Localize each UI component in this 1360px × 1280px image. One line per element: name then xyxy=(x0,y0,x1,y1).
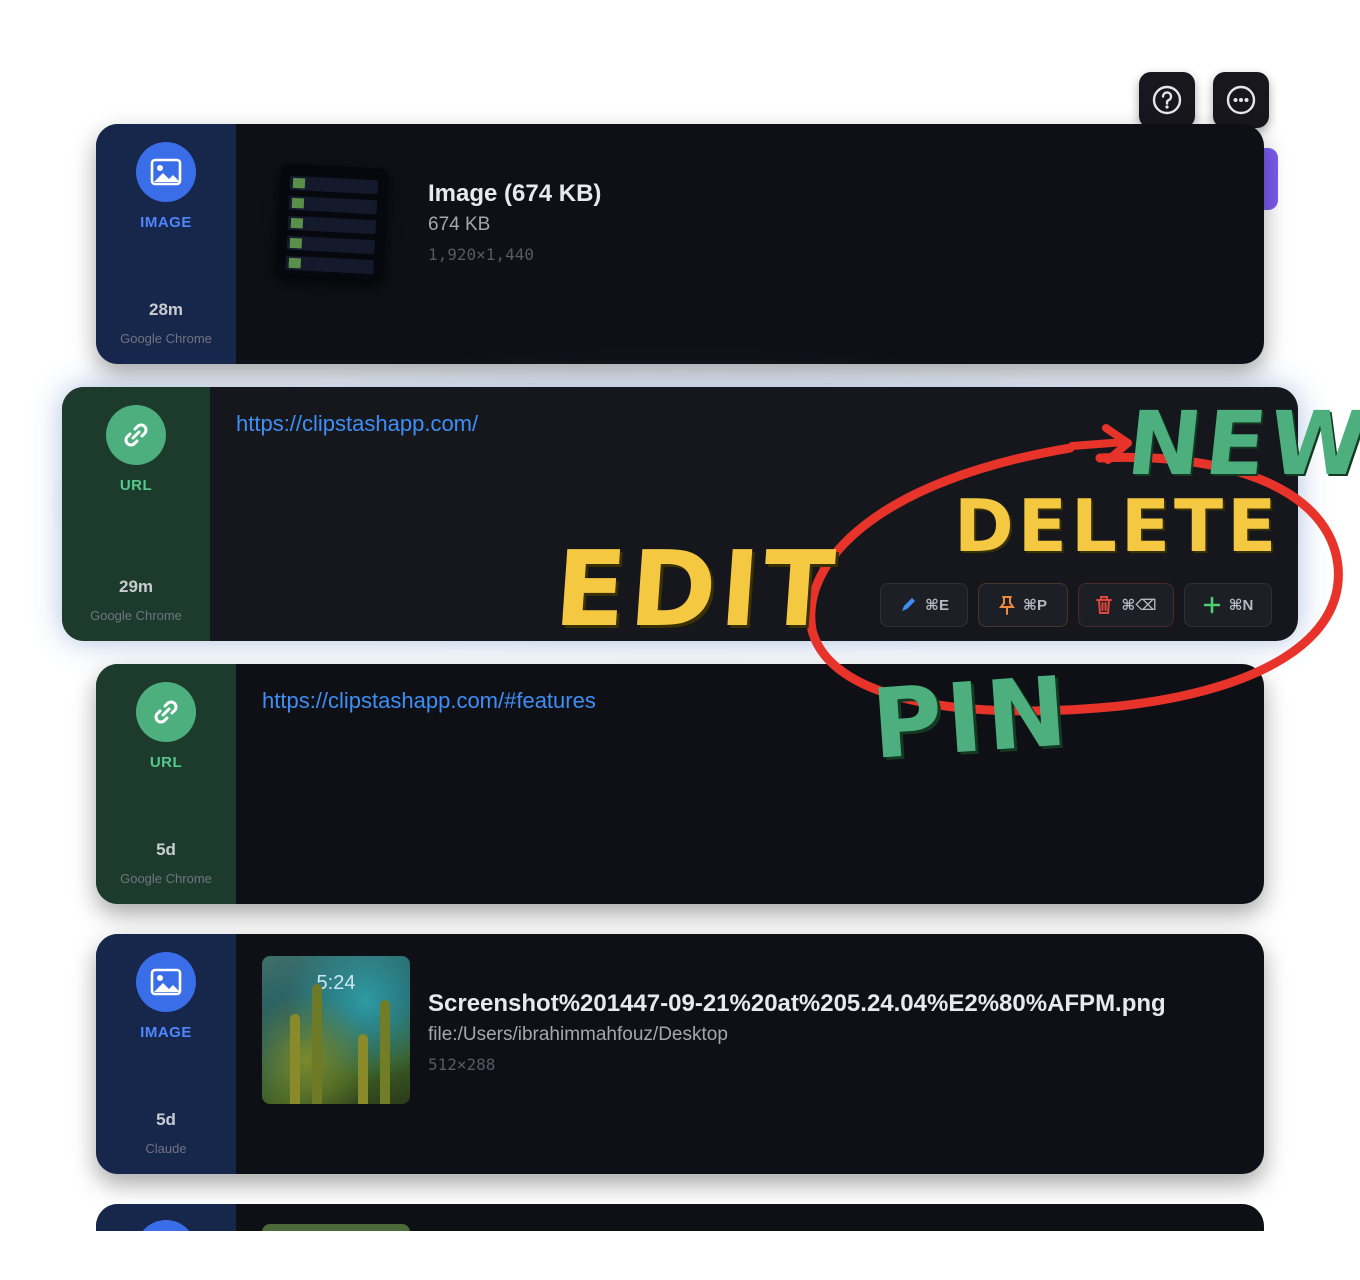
clip-subtitle: 674 KB xyxy=(428,214,491,235)
clip-card-image[interactable]: IMAGE 5d Claude 5:24 Screenshot%201447-0… xyxy=(96,934,1264,1174)
question-circle-icon xyxy=(1152,85,1182,115)
clip-content: 5:24 Screenshot%201447-09-21%20at%205.24… xyxy=(236,934,1264,1174)
clip-content: Image (674 KB) 674 KB 1,920×1,440 xyxy=(236,124,1264,364)
link-type-icon xyxy=(136,682,196,742)
image-type-icon xyxy=(136,952,196,1012)
clip-card-image[interactable]: IMAGE 28m Google Chrome Image (674 KB) 6… xyxy=(96,124,1264,364)
clip-age: 28m xyxy=(148,300,184,319)
clip-dimensions: 512×288 xyxy=(428,1055,496,1074)
clip-sidebar: IMAGE 5d Claude xyxy=(96,934,236,1174)
delete-shortcut: ⌘⌫ xyxy=(1121,597,1157,614)
trash-icon xyxy=(1096,596,1113,614)
clip-card-url[interactable]: URL 5d Google Chrome https://clipstashap… xyxy=(96,664,1264,904)
pin-shortcut: ⌘P xyxy=(1023,597,1047,614)
clip-sidebar: IMAGE 28m Google Chrome xyxy=(96,124,236,364)
image-thumbnail[interactable] xyxy=(275,163,389,281)
clip-source: Claude xyxy=(145,1141,187,1156)
clip-card-partial[interactable] xyxy=(96,1204,1264,1231)
clip-dimensions: 1,920×1,440 xyxy=(428,245,534,264)
clip-age: 5d xyxy=(156,1110,176,1129)
annotation-edit: EDIT xyxy=(550,528,843,650)
clip-age: 29m xyxy=(118,577,154,596)
help-button[interactable] xyxy=(1139,72,1195,128)
clip-subtitle: file:/Users/ibrahimmahfouz/Desktop xyxy=(428,1024,728,1045)
clip-age: 5d xyxy=(156,840,176,859)
new-shortcut: ⌘N xyxy=(1228,597,1254,614)
ellipsis-circle-icon xyxy=(1226,85,1256,115)
clip-title: Screenshot%201447-09-21%20at%205.24.04%E… xyxy=(428,990,1166,1017)
clip-type-label: URL xyxy=(119,477,153,494)
clip-type-label: URL xyxy=(149,754,183,771)
more-button[interactable] xyxy=(1213,72,1269,128)
clip-type-label: IMAGE xyxy=(140,1024,192,1041)
image-thumbnail[interactable]: 5:24 xyxy=(262,956,410,1104)
edit-shortcut: ⌘E xyxy=(925,597,949,614)
clip-source: Google Chrome xyxy=(120,871,212,886)
clip-source: Google Chrome xyxy=(90,608,182,623)
edit-action-button[interactable]: ⌘E xyxy=(880,583,968,627)
clip-url[interactable]: https://clipstashapp.com/#features xyxy=(262,688,596,714)
clip-source: Google Chrome xyxy=(120,331,212,346)
clip-sidebar: URL 5d Google Chrome xyxy=(96,664,236,904)
clip-content: https://clipstashapp.com/#features xyxy=(236,664,1264,904)
pin-action-button[interactable]: ⌘P xyxy=(978,583,1068,627)
clip-title: Image (674 KB) xyxy=(428,180,602,207)
pencil-icon xyxy=(902,598,916,611)
link-type-icon xyxy=(106,405,166,465)
pin-icon xyxy=(999,596,1016,615)
annotation-new: NEW xyxy=(1122,392,1360,495)
delete-action-button[interactable]: ⌘⌫ xyxy=(1078,583,1174,627)
thumbnail-clock: 5:24 xyxy=(316,972,356,994)
clip-sidebar: URL 29m Google Chrome xyxy=(62,387,210,641)
annotation-pin: PIN xyxy=(868,655,1075,781)
image-type-icon xyxy=(136,142,196,202)
clip-action-bar: ⌘E ⌘P ⌘⌫ ⌘N xyxy=(880,583,1272,627)
new-action-button[interactable]: ⌘N xyxy=(1184,583,1272,627)
clip-url[interactable]: https://clipstashapp.com/ xyxy=(236,411,478,437)
clip-type-label: IMAGE xyxy=(140,214,192,231)
annotation-delete: DELETE xyxy=(954,484,1281,568)
plus-icon xyxy=(1203,596,1220,614)
